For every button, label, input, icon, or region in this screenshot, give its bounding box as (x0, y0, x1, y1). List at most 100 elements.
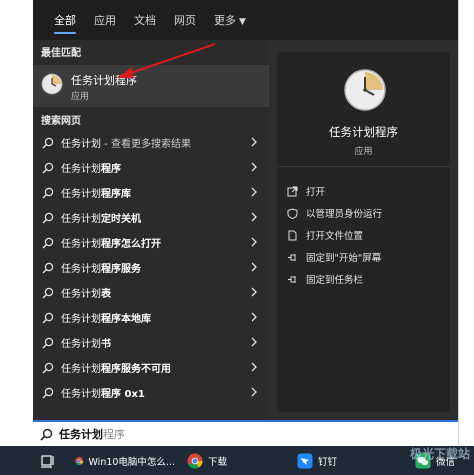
web-result-item[interactable]: 任务计划程序本地库 (33, 305, 269, 330)
shield-icon (287, 207, 298, 219)
web-result-label: 任务计划程序库 (61, 189, 131, 200)
web-result-label: 任务计划程序怎么打开 (61, 239, 161, 250)
divider (277, 166, 450, 167)
chevron-right-icon (251, 287, 257, 297)
app-action-label: 打开 (306, 187, 326, 198)
web-result-item[interactable]: 任务计划程序 (33, 155, 269, 180)
clock-icon (41, 73, 63, 95)
task-view-icon (41, 454, 54, 468)
best-match-item[interactable]: 任务计划程序 应用 (33, 65, 269, 107)
search-icon (42, 187, 54, 198)
chevron-right-icon (251, 237, 257, 247)
taskbar-item-dingtalk[interactable]: 钉钉 (291, 446, 409, 475)
web-result-label: 任务计划 - 查看更多搜索结果 (61, 139, 191, 150)
search-icon (40, 428, 53, 441)
chevron-right-icon (251, 162, 257, 172)
web-result-item[interactable]: 任务计划程序怎么打开 (33, 230, 269, 255)
web-result-item[interactable]: 任务计划程序服务不可用 (33, 355, 269, 380)
tab-all-label: 全部 (54, 14, 76, 27)
chevron-right-icon (251, 362, 257, 372)
search-icon (42, 262, 54, 273)
file-location-icon (288, 230, 297, 240)
web-result-item[interactable]: 任务计划程序库 (33, 180, 269, 205)
best-match-heading: 最佳匹配 (41, 48, 81, 59)
web-result-item[interactable]: 任务计划 - 查看更多搜索结果 (33, 130, 269, 155)
search-icon (42, 312, 54, 323)
taskbar-task-view[interactable] (0, 446, 69, 475)
pin-icon (288, 275, 296, 283)
best-match-subtitle: 应用 (71, 92, 90, 102)
app-action-label: 固定到"开始"屏幕 (306, 253, 382, 264)
app-type: 应用 (354, 147, 373, 157)
app-preview-pane: 任务计划程序 应用 打开以管理员身份运行打开文件位置固定到"开始"屏幕 固定到任务… (269, 40, 458, 420)
web-result-label: 任务计划程序 (61, 164, 121, 175)
app-action-label: 固定到任务栏 (306, 275, 364, 286)
tab-documents-label: 文档 (134, 14, 156, 27)
tab-web-label: 网页 (174, 14, 196, 27)
background-window-edge (458, 0, 474, 445)
web-search-heading: 搜索网页 (41, 116, 81, 127)
clock-icon (344, 69, 386, 111)
dingtalk-icon (297, 453, 313, 468)
chevron-down-icon: ▼ (239, 17, 246, 27)
search-box[interactable]: 任务计划 程序 (33, 420, 458, 446)
search-icon (42, 137, 54, 148)
web-result-label: 任务计划程序 0x1 (61, 389, 145, 400)
web-result-label: 任务计划程序服务不可用 (61, 364, 171, 375)
search-icon (42, 287, 54, 298)
tab-all[interactable]: 全部 (45, 0, 85, 40)
chrome-icon (187, 453, 203, 469)
taskbar-item-label: 钉钉 (318, 456, 338, 468)
chevron-right-icon (251, 137, 257, 147)
app-action-item[interactable]: 固定到"开始"屏幕 (277, 246, 450, 268)
web-results-list: 任务计划 - 查看更多搜索结果 任务计划程序 任务计划程序库 任务计划定时关机 任务计划… (33, 130, 269, 405)
web-result-item[interactable]: 任务计划书 (33, 330, 269, 355)
search-icon (42, 237, 54, 248)
search-query[interactable]: 任务计划 (59, 426, 103, 442)
chevron-right-icon (251, 337, 257, 347)
web-result-label: 任务计划程序本地库 (61, 314, 151, 325)
search-panel: 全部 应用 文档 网页 更多 ▼ 最佳匹配 任务计划程序 应用 搜索网页 任务计划… (33, 0, 458, 420)
app-action-item[interactable]: 打开文件位置 (277, 224, 450, 246)
web-result-item[interactable]: 任务计划定时关机 (33, 205, 269, 230)
tab-web[interactable]: 网页 (165, 0, 205, 40)
chrome-icon (75, 456, 84, 465)
search-suggestion: 程序 (103, 428, 125, 441)
results-list-pane: 最佳匹配 任务计划程序 应用 搜索网页 任务计划 - 查看更多搜索结果 任务计划程… (33, 40, 269, 420)
app-actions-list: 打开以管理员身份运行打开文件位置固定到"开始"屏幕 固定到任务栏 (277, 180, 450, 290)
pin-icon (288, 253, 296, 261)
app-action-label: 以管理员身份运行 (306, 209, 383, 220)
taskbar-item-label: 下载 (208, 456, 228, 468)
web-result-label: 任务计划表 (61, 289, 111, 300)
chevron-right-icon (251, 387, 257, 397)
chevron-right-icon (251, 212, 257, 222)
search-icon (42, 212, 54, 223)
tab-apps[interactable]: 应用 (85, 0, 125, 40)
web-result-label: 任务计划程序服务 (61, 264, 141, 275)
app-action-item[interactable]: 固定到任务栏 (277, 268, 450, 290)
open-icon (287, 186, 298, 196)
best-match-title: 任务计划程序 (71, 74, 137, 87)
web-result-label: 任务计划定时关机 (61, 214, 141, 225)
app-title: 任务计划程序 (329, 125, 398, 139)
web-result-item[interactable]: 任务计划表 (33, 280, 269, 305)
web-result-item[interactable]: 任务计划程序服务 (33, 255, 269, 280)
tab-more[interactable]: 更多 ▼ (205, 0, 255, 40)
chevron-right-icon (251, 187, 257, 197)
search-icon (42, 162, 54, 173)
web-result-label: 任务计划书 (61, 339, 111, 350)
chevron-right-icon (251, 312, 257, 322)
web-result-item[interactable]: 任务计划程序 0x1 (33, 380, 269, 405)
watermark: 极光下载站 (409, 447, 470, 461)
search-tabs: 全部 应用 文档 网页 更多 ▼ (33, 0, 458, 40)
tab-documents[interactable]: 文档 (125, 0, 165, 40)
search-icon (42, 387, 54, 398)
taskbar-item-chrome-window[interactable]: Win10电脑中怎么... (69, 446, 181, 475)
app-action-item[interactable]: 打开 (277, 180, 450, 202)
taskbar-item-download[interactable]: 下载 (181, 446, 291, 475)
search-icon (42, 337, 54, 348)
taskbar: Win10电脑中怎么... 下载 钉钉 微信 (0, 446, 474, 475)
app-action-item[interactable]: 以管理员身份运行 (277, 202, 450, 224)
tab-more-label: 更多 (214, 14, 236, 27)
app-preview-card: 任务计划程序 应用 打开以管理员身份运行打开文件位置固定到"开始"屏幕 固定到任务… (277, 52, 450, 412)
